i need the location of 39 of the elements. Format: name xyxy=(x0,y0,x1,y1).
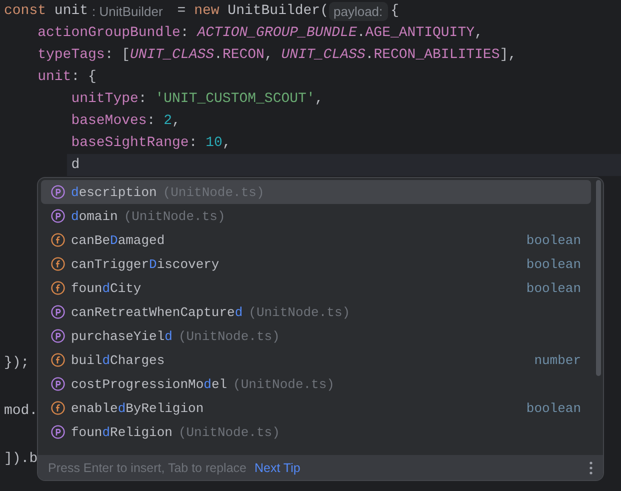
property-icon xyxy=(51,329,65,343)
code-text: const unit xyxy=(4,3,88,19)
completion-item[interactable]: domain (UnitNode.ts) xyxy=(41,204,591,228)
scrollbar-thumb[interactable] xyxy=(596,180,601,376)
more-icon[interactable] xyxy=(589,460,593,474)
field-icon xyxy=(51,257,65,271)
property-icon xyxy=(51,425,65,439)
completion-item[interactable]: canTriggerDiscovery boolean xyxy=(41,252,591,276)
field-icon xyxy=(51,353,65,367)
code-text: baseSightRange: 10, xyxy=(71,135,231,151)
field-icon xyxy=(51,401,65,415)
code-text: typeTags: [UNIT_CLASS.RECON, UNIT_CLASS.RECON_ABILITIES], xyxy=(38,47,517,63)
completion-item[interactable]: costProgressionModel (UnitNode.ts) xyxy=(41,372,591,396)
property-icon xyxy=(51,305,65,319)
completion-item[interactable]: canBeDamaged boolean xyxy=(41,228,591,252)
type-hint: : UnitBuilder xyxy=(91,4,164,18)
footer-hint: Press Enter to insert, Tab to replace xyxy=(48,460,246,474)
code-text: = new UnitBuilder( xyxy=(176,3,328,19)
completion-item[interactable]: purchaseYield (UnitNode.ts) xyxy=(41,324,591,348)
code-text: actionGroupBundle: ACTION_GROUP_BUNDLE.AGE_ANTIQUITY, xyxy=(38,25,483,41)
field-icon xyxy=(51,233,65,247)
code-text: mod. xyxy=(4,403,38,419)
code-text: ]).b xyxy=(4,451,38,467)
code-text: { xyxy=(390,3,400,19)
code-text: }); xyxy=(4,355,30,371)
completion-item[interactable]: canRetreatWhenCaptured (UnitNode.ts) xyxy=(41,300,591,324)
property-icon xyxy=(51,377,65,391)
completion-item[interactable]: enabledByReligion boolean xyxy=(41,396,591,420)
code-text: baseMoves: 2, xyxy=(71,113,180,129)
completion-item[interactable]: foundReligion (UnitNode.ts) xyxy=(41,420,591,444)
property-icon xyxy=(51,209,65,223)
field-icon xyxy=(51,281,65,295)
code-text: d xyxy=(71,157,80,173)
code-text: unit: { xyxy=(38,69,96,85)
completion-item[interactable]: buildCharges number xyxy=(41,348,591,372)
parameter-hint: payload: xyxy=(328,2,388,20)
code-text: unitType: 'UNIT_CUSTOM_SCOUT', xyxy=(71,91,324,107)
completion-item[interactable]: foundCity boolean xyxy=(41,276,591,300)
property-icon xyxy=(51,185,65,199)
